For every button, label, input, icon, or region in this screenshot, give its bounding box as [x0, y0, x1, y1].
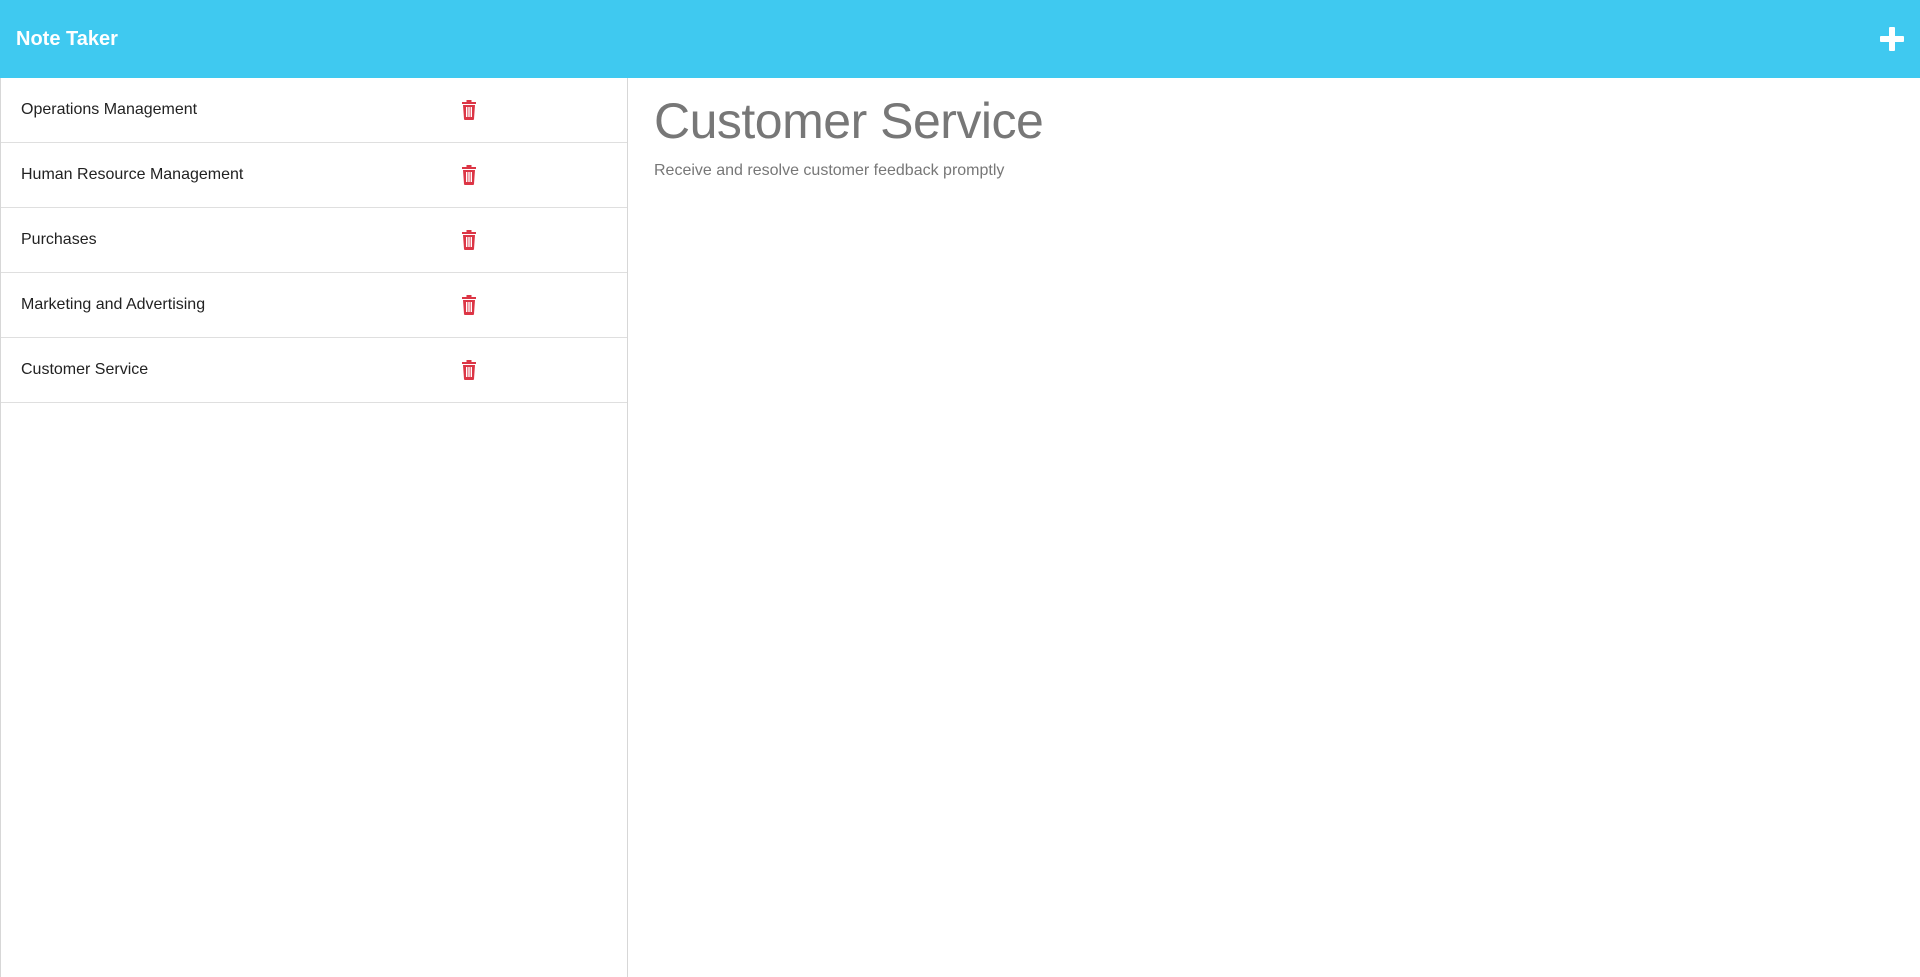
list-item[interactable]: Purchases: [1, 208, 627, 273]
note-title[interactable]: Marketing and Advertising: [21, 296, 205, 314]
note-text-area[interactable]: Receive and resolve customer feedback pr…: [654, 162, 1920, 180]
list-item[interactable]: Operations Management: [1, 78, 627, 143]
plus-icon[interactable]: [1880, 27, 1904, 51]
note-title[interactable]: Operations Management: [21, 101, 197, 119]
trash-icon[interactable]: [461, 295, 477, 315]
trash-icon[interactable]: [461, 100, 477, 120]
trash-icon[interactable]: [461, 360, 477, 380]
app-title[interactable]: Note Taker: [16, 28, 118, 51]
note-title-input[interactable]: Customer Service: [654, 92, 1920, 150]
trash-icon[interactable]: [461, 165, 477, 185]
note-editor: Customer Service Receive and resolve cus…: [628, 78, 1920, 977]
note-title[interactable]: Purchases: [21, 231, 97, 249]
note-title[interactable]: Customer Service: [21, 361, 148, 379]
trash-icon[interactable]: [461, 230, 477, 250]
list-item[interactable]: Marketing and Advertising: [1, 273, 627, 338]
list-item[interactable]: Customer Service: [1, 338, 627, 403]
note-list-panel: Operations Management Human Resource Man…: [0, 78, 628, 977]
navbar: Note Taker: [0, 0, 1920, 78]
note-list: Operations Management Human Resource Man…: [1, 78, 627, 403]
list-item[interactable]: Human Resource Management: [1, 143, 627, 208]
note-title[interactable]: Human Resource Management: [21, 166, 243, 184]
